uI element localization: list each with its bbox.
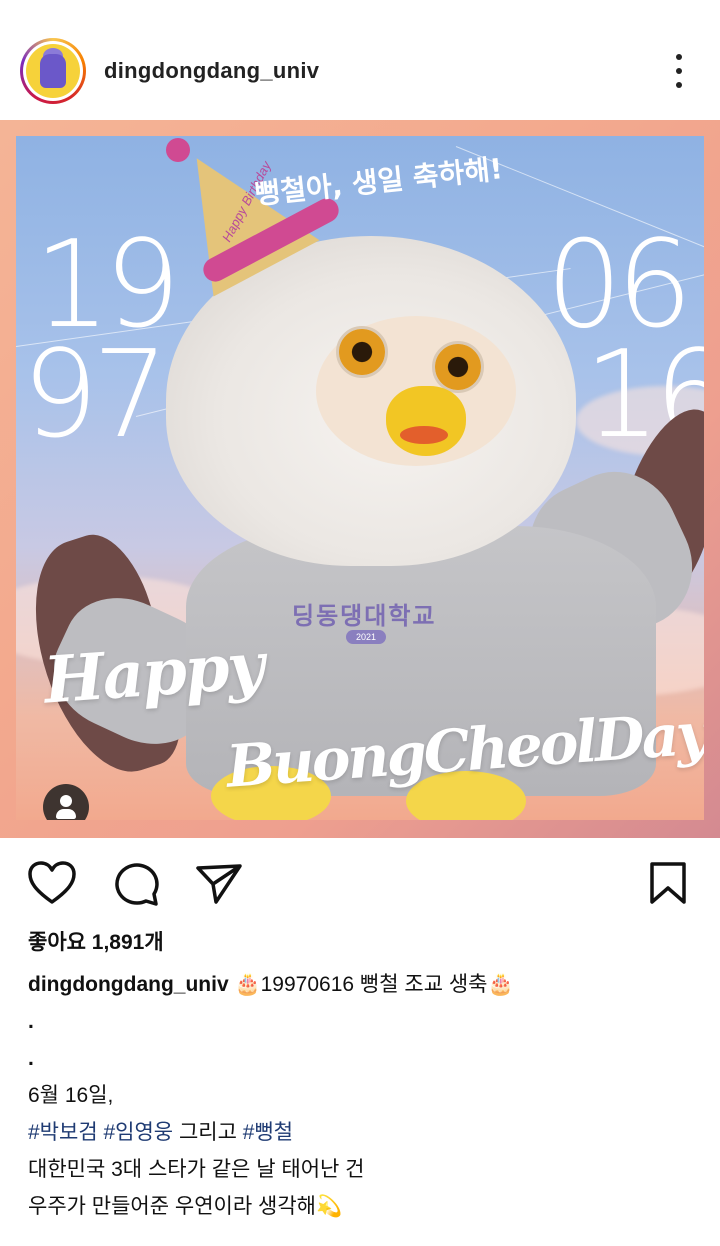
party-hat-pom (166, 138, 190, 162)
profile-avatar[interactable] (20, 38, 86, 104)
hashtag-link[interactable]: #뻥철 (243, 1121, 293, 1144)
post-image[interactable]: 19 97 06 16 딩동댕대학교 2021 Happy Birthday 뻥… (0, 120, 720, 838)
post-header: dingdongdang_univ (0, 0, 720, 120)
caption-dot: . (28, 1010, 34, 1033)
caption-hashtags-line: #박보검 #임영웅 그리고 #뻥철 (28, 1114, 708, 1151)
year-bottom-number: 97 (22, 326, 169, 465)
hoodie-year-badge: 2021 (346, 630, 386, 644)
post-caption: dingdongdang_univ 🎂19970616 뻥철 조교 생축🎂 . … (28, 966, 708, 1246)
owl-eye-right (432, 341, 484, 393)
post-actions (0, 850, 720, 914)
more-vertical-icon[interactable] (668, 54, 690, 88)
caption-first-line: dingdongdang_univ 🎂19970616 뻥철 조교 생축🎂 (28, 966, 708, 1003)
post-author-username[interactable]: dingdongdang_univ (104, 58, 319, 84)
caption-date-line: 6월 16일, (28, 1084, 114, 1107)
caption-dot: . (28, 1232, 34, 1246)
likes-count[interactable]: 좋아요 1,891개 (28, 926, 164, 956)
send-icon[interactable] (194, 860, 244, 906)
owl-beak (386, 386, 466, 456)
happy-script-line1: Happy (41, 628, 265, 719)
comment-icon[interactable] (112, 860, 162, 906)
owl-mouth (400, 426, 448, 444)
birthday-message: 뻥철아, 생일 축하해! (253, 152, 505, 211)
caption-headline: 🎂19970616 뻥철 조교 생축🎂 (234, 973, 514, 996)
bookmark-icon[interactable] (646, 860, 690, 906)
hoodie-print: 딩동댕대학교 (292, 603, 437, 630)
caption-and-text: 그리고 (173, 1121, 243, 1144)
heart-icon[interactable] (27, 860, 77, 906)
user-tag-icon[interactable] (43, 784, 89, 820)
caption-stars-line: 대한민국 3대 스타가 같은 날 태어난 건 (28, 1158, 365, 1181)
hashtag-link[interactable]: #임영웅 (103, 1121, 173, 1144)
image-frame: 19 97 06 16 딩동댕대학교 2021 Happy Birthday 뻥… (16, 136, 704, 820)
avatar-image (26, 44, 80, 98)
caption-universe-line: 우주가 만들어준 우연이라 생각해💫 (28, 1195, 343, 1218)
caption-username[interactable]: dingdongdang_univ (28, 973, 229, 996)
owl-eye-left (336, 326, 388, 378)
hashtag-link[interactable]: #박보검 (28, 1121, 98, 1144)
caption-dot: . (28, 1047, 34, 1070)
